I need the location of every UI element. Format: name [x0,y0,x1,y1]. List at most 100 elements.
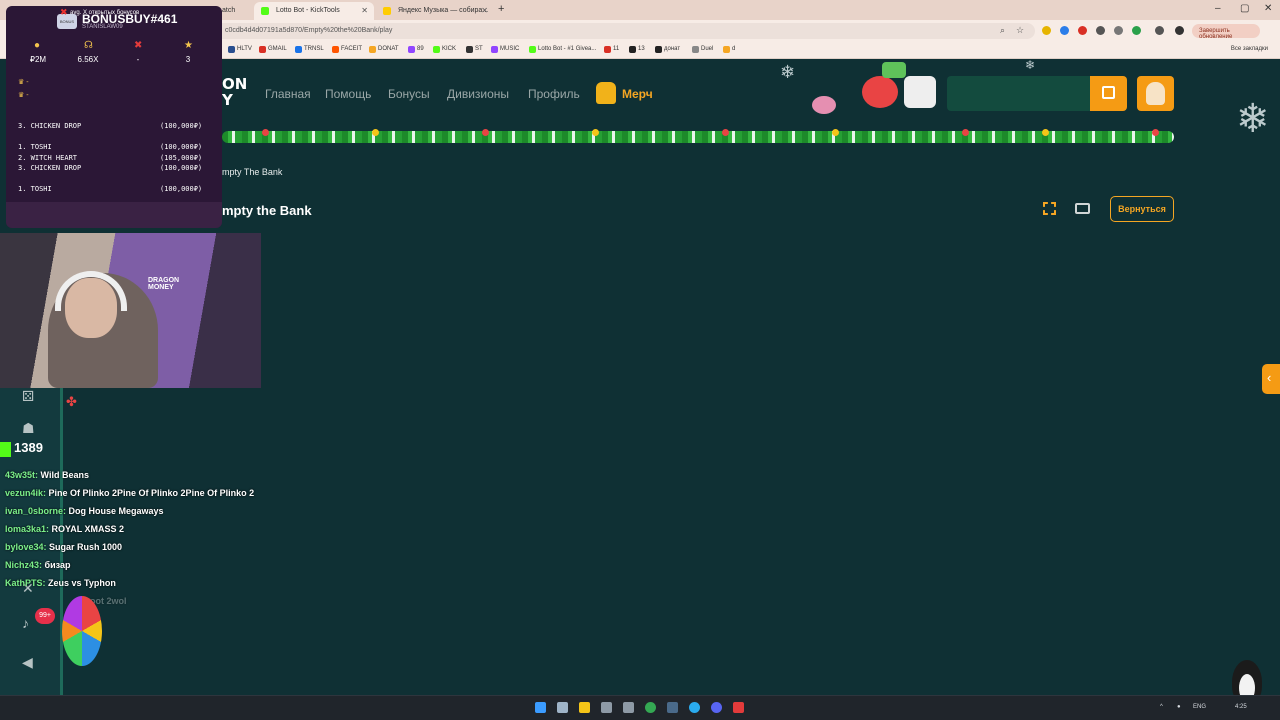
update-button[interactable]: Завершить обновление [1192,24,1260,40]
chrome-icon[interactable] [645,702,656,713]
breadcrumb[interactable]: mpty The Bank [222,167,282,177]
maximize-icon[interactable]: ▢ [1240,3,1249,14]
gift-box-icon [904,76,936,108]
chat-message: 43w35t: Wild Beans [5,470,89,480]
volume-icon[interactable]: ◀ [22,654,33,671]
user-avatar-button[interactable] [1137,76,1174,111]
bookmark-89[interactable]: 89 [408,46,424,53]
new-tab-icon[interactable]: + [498,3,504,15]
gift-decoration [862,62,940,112]
hoodie-icon [596,82,616,104]
notification-badge: 99+ [35,608,55,624]
file-explorer-icon[interactable] [579,702,590,713]
nav-merch[interactable]: Мерч [622,87,653,101]
windows-start-icon[interactable] [535,702,546,713]
close-tab-icon[interactable]: ✕ [481,6,488,15]
bonus-list-value: (100,000₽) [160,185,203,193]
tray-chevron-icon[interactable]: ^ [1160,704,1163,710]
bookmark-kick[interactable]: KICK [433,46,456,53]
language-indicator[interactable]: ENG [1193,704,1206,710]
wallet-button[interactable] [1090,76,1127,111]
zoom-icon[interactable]: ⌕ [1000,25,1005,36]
steam-icon[interactable] [667,702,678,713]
bookmark-hltv[interactable]: HLTV [228,46,252,53]
discord-icon[interactable] [711,702,722,713]
nav-help[interactable]: Помощь [325,87,371,101]
back-button[interactable]: Вернуться [1110,196,1174,222]
profile-avatar[interactable] [1175,26,1184,35]
ornament-icon [1042,129,1049,136]
bonus-list-item: 1. TOSHI [18,143,52,151]
dice-icon[interactable]: ⚄ [22,388,34,405]
search-icon[interactable] [557,702,568,713]
bonus-list-value: (100,000₽) [160,143,203,151]
bonus-list-item: 3. CHICKEN DROP [18,122,82,130]
clock[interactable]: 4:25 [1235,704,1247,710]
bookmark-duel[interactable]: Duel [692,46,713,53]
bookmark-music[interactable]: MUSIC [491,46,519,53]
bonus-list-item: 1. TOSHI [18,185,52,193]
nav-home[interactable]: Главная [265,87,311,101]
bookmark-faceit[interactable]: FACEIT [332,46,362,53]
app-icon[interactable] [733,702,744,713]
close-window-icon[interactable]: ✕ [1264,3,1272,14]
extension-icon[interactable] [1042,26,1051,35]
bonus-list-value: (105,000₽) [160,154,203,162]
settings-icon[interactable] [623,702,634,713]
ornament-icon [482,129,489,136]
fullscreen-icon[interactable] [1043,202,1056,215]
nav-bonuses[interactable]: Бонусы [388,87,430,101]
all-bookmarks-link[interactable]: Все закладки [1231,46,1268,52]
crown-row: ♛ - [18,79,29,86]
ornament-icon [1152,129,1159,136]
sidebar-toggle[interactable]: ‹ [1262,364,1280,394]
crown-icon: ♛ [18,79,25,86]
tab-lotto-bot[interactable]: Lotto Bot - KickTools ✕ [254,2,374,20]
crown-icon: ♛ [18,92,25,99]
stat-cost: ₽2M [29,55,47,64]
bonus-list-item: 2. WITCH HEART [18,154,78,162]
bonusbuy-user: STANISLAW09 [82,24,123,30]
bookmark-lotto-bot[interactable]: Lotto Bot - #1 Givea... [529,46,596,53]
bookmark-gmail[interactable]: GMAIL [259,46,287,53]
nav-divisions[interactable]: Дивизионы [447,87,509,101]
minimize-icon[interactable]: – [1215,3,1221,14]
extension-icon[interactable] [1132,26,1141,35]
close-tab-icon[interactable]: ✕ [361,6,368,15]
bonus-list-item: 3. CHICKEN DROP [18,164,82,172]
mic-icon[interactable]: ● [1177,704,1181,710]
bookmark-donat[interactable]: DONAT [369,46,399,53]
lock-icon[interactable]: ☗ [22,420,35,437]
extension-icon[interactable] [1114,26,1123,35]
cross-icon: ✖ [134,40,143,51]
calculator-icon[interactable] [601,702,612,713]
wallet-icon [1102,86,1115,99]
site-logo[interactable]: ON Y [222,76,247,108]
bookmark-trnsl[interactable]: TRNSL [295,46,324,53]
bookmark-star-icon[interactable]: ☆ [1016,25,1024,36]
kick-icon [261,7,269,15]
bookmark-11[interactable]: 11 [604,46,619,53]
gift-box-icon [882,62,906,78]
fortune-wheel[interactable] [62,596,102,666]
balance-display[interactable] [947,76,1090,111]
telegram-icon[interactable] [689,702,700,713]
extensions-puzzle-icon[interactable] [1155,26,1164,35]
extension-icon[interactable] [1078,26,1087,35]
bell-icon[interactable]: ♪ [22,615,29,631]
chat-message: bylove34: Sugar Rush 1000 [5,542,123,552]
theatre-mode-icon[interactable] [1075,203,1090,214]
coin-icon: ● [34,40,41,51]
ornament-icon [262,129,269,136]
tab-yandex-music[interactable]: Яндекс Музыка — собира... ✕ [376,2,494,20]
chat-message: KathPTS: Zeus vs Typhon [5,578,116,588]
stat-count: 3 [185,55,191,64]
bookmark-donat-2[interactable]: донат [655,46,680,53]
bookmark-st[interactable]: ST [466,46,483,53]
bookmark-d[interactable]: d [723,46,735,53]
nav-profile[interactable]: Профиль [528,87,580,101]
extension-icon[interactable] [1060,26,1069,35]
bookmark-13[interactable]: 13 [629,46,645,53]
address-bar[interactable]: c0cdb4d4d07191a5d870/Empty%20the%20Bank/… [215,23,1035,39]
extension-icon[interactable] [1096,26,1105,35]
